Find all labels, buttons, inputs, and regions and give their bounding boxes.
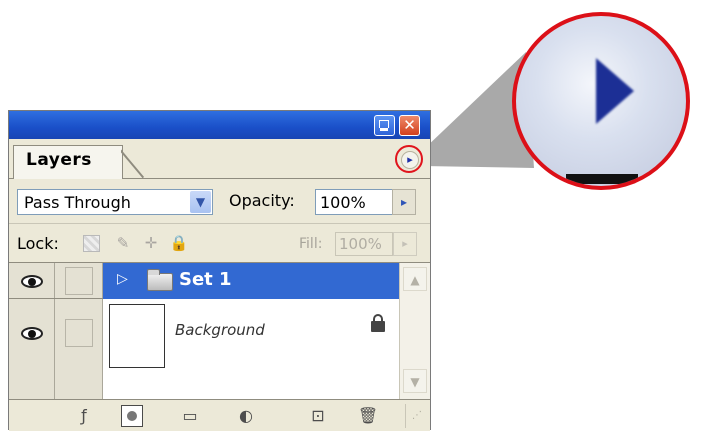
- lock-row: Lock: ✎ ✛ 🔒 Fill: 100% ▸: [9, 223, 430, 263]
- tab-edge: [121, 145, 149, 179]
- tab-bar: Layers ▸: [9, 139, 430, 179]
- lock-position-icon[interactable]: ✛: [141, 234, 161, 252]
- lock-icon: [371, 314, 385, 332]
- new-layer-icon[interactable]: ⊡: [307, 405, 329, 427]
- close-button[interactable]: ✕: [399, 115, 420, 136]
- dropdown-arrow-icon[interactable]: ▼: [190, 191, 211, 213]
- link-box[interactable]: [65, 319, 93, 347]
- layers-palette: ✕ Layers ▸ Pass Through ▼ Opacity: 100% …: [8, 110, 431, 431]
- eye-icon[interactable]: [21, 327, 43, 340]
- layer-set-selected[interactable]: ▷ Set 1: [103, 263, 399, 299]
- visibility-cell[interactable]: [9, 263, 55, 298]
- layer-row-background[interactable]: Background: [9, 299, 399, 399]
- trash-icon[interactable]: 🗑: [357, 405, 379, 427]
- opacity-input[interactable]: 100%: [315, 189, 393, 215]
- lock-paint-icon[interactable]: ✎: [113, 234, 133, 252]
- layer-name: Set 1: [179, 269, 232, 290]
- layer-row-set-1[interactable]: ▷ Set 1: [9, 263, 399, 299]
- resize-grip-icon[interactable]: ⋰: [405, 404, 428, 428]
- tab-layers[interactable]: Layers: [13, 145, 123, 179]
- palette-titlebar[interactable]: ✕: [9, 111, 430, 139]
- zoomed-arrow-icon: [596, 58, 634, 124]
- fill-label: Fill:: [299, 236, 323, 252]
- scroll-up-button[interactable]: ▲: [403, 267, 427, 291]
- adjustment-layer-icon[interactable]: ◐: [235, 405, 257, 427]
- add-mask-icon[interactable]: [121, 405, 143, 427]
- layer-style-icon[interactable]: ƒ: [73, 405, 95, 427]
- blend-mode-select[interactable]: Pass Through ▼: [17, 189, 213, 215]
- layer-background[interactable]: Background: [103, 299, 399, 399]
- folder-icon: [147, 269, 173, 291]
- highlight-circle: [395, 145, 423, 173]
- visibility-cell[interactable]: [9, 299, 55, 399]
- eye-icon[interactable]: [21, 275, 43, 288]
- minimize-button[interactable]: [374, 115, 395, 136]
- zoomed-scroll-edge: [566, 174, 638, 184]
- opacity-slider-button[interactable]: ▸: [392, 189, 416, 215]
- layer-name: Background: [175, 321, 265, 339]
- lock-all-icon[interactable]: 🔒: [169, 234, 189, 252]
- layer-thumbnail: [109, 304, 165, 368]
- fill-input[interactable]: 100%: [335, 232, 393, 256]
- layers-toolbar: ƒ ▭ ◐ ⊡ 🗑 ⋰: [9, 399, 430, 431]
- lock-label: Lock:: [17, 234, 59, 253]
- new-set-icon[interactable]: ▭: [179, 405, 201, 427]
- scroll-down-button[interactable]: ▼: [403, 369, 427, 393]
- layers-list: ▷ Set 1 Background: [9, 263, 399, 399]
- blend-mode-value: Pass Through: [24, 193, 131, 212]
- link-cell[interactable]: [55, 299, 103, 399]
- opacity-label: Opacity:: [229, 191, 295, 210]
- zoomed-menu-button-callout: [512, 12, 690, 190]
- link-box[interactable]: [65, 267, 93, 295]
- fill-slider-button[interactable]: ▸: [393, 232, 417, 256]
- layers-scrollbar[interactable]: ▲ ▼: [399, 263, 430, 399]
- link-cell[interactable]: [55, 263, 103, 298]
- expand-triangle-icon[interactable]: ▷: [117, 271, 128, 287]
- lock-transparency-icon[interactable]: [83, 235, 100, 252]
